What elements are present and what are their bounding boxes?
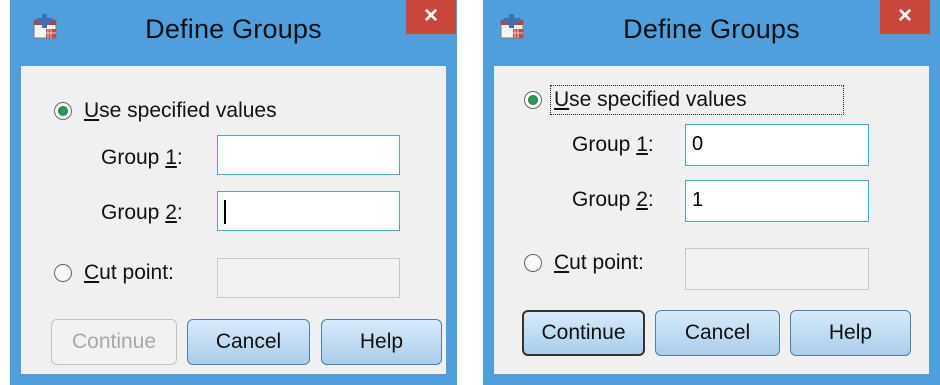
define-groups-dialog-right: Define Groups × Use specified values Gro… <box>483 0 940 385</box>
group2-label: Group 2: <box>101 201 183 224</box>
define-groups-dialog-left: Define Groups × Use specified values Gro… <box>10 0 457 385</box>
use-specified-values-radio[interactable]: Use specified values <box>54 97 280 125</box>
cut-point-radio[interactable]: Cut point: <box>524 249 647 277</box>
cut-point-label: Cut point: <box>84 261 174 284</box>
group1-label: Group 1: <box>572 133 654 156</box>
text-caret <box>224 200 226 224</box>
group1-label: Group 1: <box>101 146 183 169</box>
radio-indicator[interactable] <box>524 91 542 109</box>
group2-label: Group 2: <box>572 188 654 211</box>
use-specified-values-label: Use specified values <box>84 99 277 122</box>
dialog-title: Define Groups <box>623 14 800 44</box>
close-icon: × <box>423 2 438 29</box>
group1-input[interactable]: 0 <box>685 124 869 166</box>
group2-input[interactable]: 1 <box>685 180 869 222</box>
group2-input[interactable] <box>217 191 400 231</box>
title-bar[interactable]: Define Groups × <box>483 0 940 70</box>
close-icon: × <box>897 2 912 29</box>
cut-point-input <box>685 248 869 290</box>
radio-indicator[interactable] <box>54 102 72 120</box>
cut-point-input <box>217 258 400 298</box>
continue-button[interactable]: Continue <box>51 319 177 365</box>
cut-point-label: Cut point: <box>554 251 644 274</box>
dialog-body: Use specified values Group 1: 0 Group 2:… <box>494 66 929 374</box>
continue-button[interactable]: Continue <box>522 310 645 356</box>
cancel-button[interactable]: Cancel <box>187 319 310 365</box>
dialog-body: Use specified values Group 1: Group 2: C… <box>21 66 446 374</box>
use-specified-values-label: Use specified values <box>550 85 844 115</box>
radio-indicator[interactable] <box>524 254 542 272</box>
help-button[interactable]: Help <box>790 310 911 356</box>
title-bar[interactable]: Define Groups × <box>10 0 457 70</box>
dialog-title: Define Groups <box>145 14 322 44</box>
radio-indicator[interactable] <box>54 264 72 282</box>
use-specified-values-radio[interactable]: Use specified values <box>524 85 844 115</box>
close-button[interactable]: × <box>406 0 456 34</box>
group1-input[interactable] <box>217 135 400 175</box>
cancel-button[interactable]: Cancel <box>655 310 780 356</box>
help-button[interactable]: Help <box>321 319 442 365</box>
close-button[interactable]: × <box>880 0 930 34</box>
cut-point-radio[interactable]: Cut point: <box>54 259 177 287</box>
